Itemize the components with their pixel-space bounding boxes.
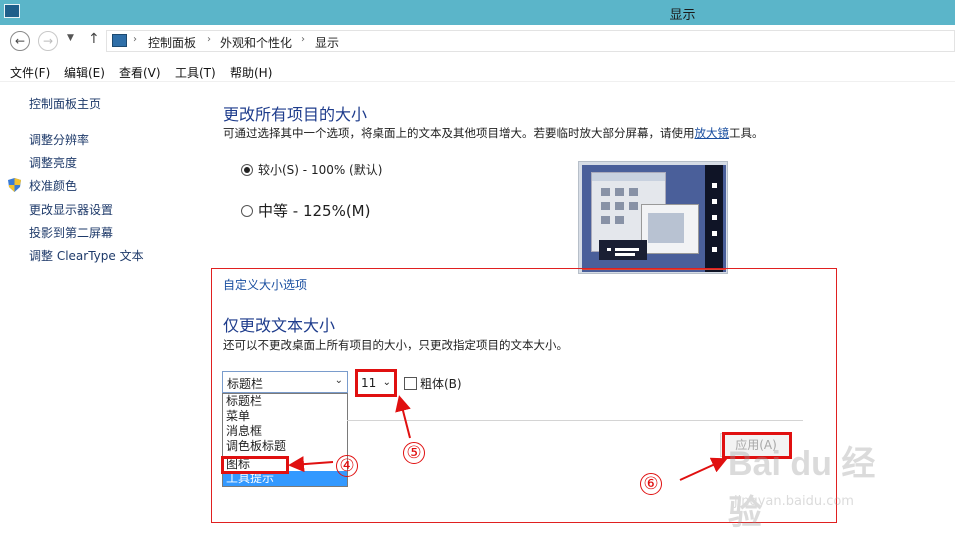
baidu-watermark: Bai du 经验 jingyan.baidu.com [728, 436, 908, 532]
annotation-step6: ⑥ [640, 473, 662, 495]
arrow-step4 [288, 456, 334, 473]
watermark-url: jingyan.baidu.com [734, 494, 854, 509]
watermark-brand: Bai du 经验 [728, 445, 876, 532]
arrow-step6 [679, 457, 728, 481]
arrow-step5 [395, 395, 411, 439]
annotation-step4: ④ [336, 455, 358, 477]
annotation-step5: ⑤ [403, 442, 425, 464]
